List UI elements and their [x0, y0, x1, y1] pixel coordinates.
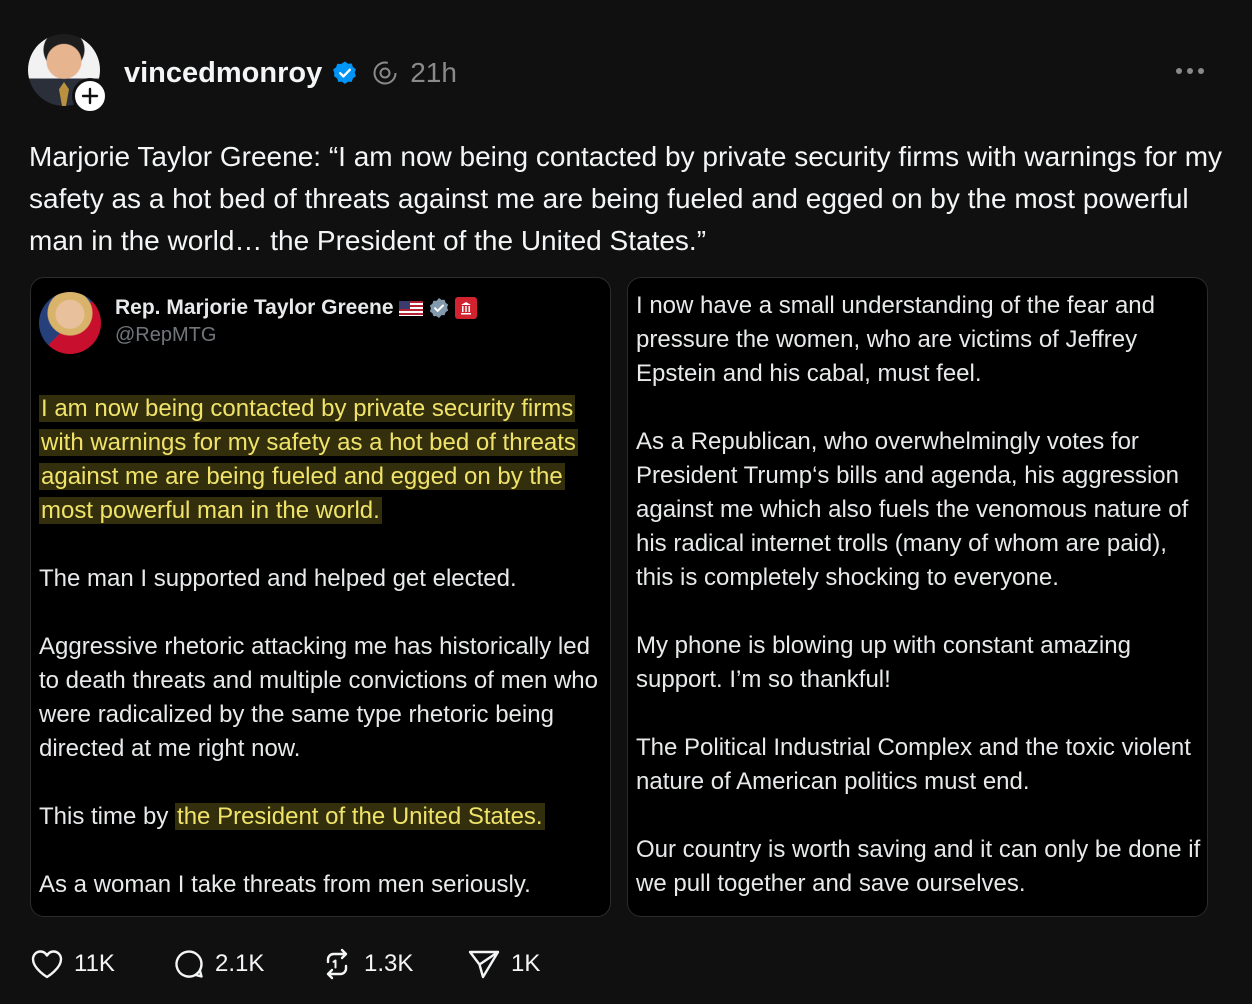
paragraph: I now have a small understanding of the …	[636, 292, 1155, 387]
highlighted-text: the President of the United States.	[175, 803, 545, 830]
embedded-tweet-header: Rep. Marjorie Taylor Greene @RepMTG	[39, 292, 477, 354]
threads-icon	[372, 60, 398, 86]
more-dots-icon	[1176, 68, 1204, 74]
embedded-author-handle: @RepMTG	[115, 324, 217, 346]
highlighted-text: I am now being contacted by private secu…	[39, 395, 578, 524]
verified-badge-icon	[332, 60, 358, 86]
repost-count: 1.3K	[364, 950, 414, 977]
repost-icon	[326, 948, 348, 980]
comment-icon	[175, 950, 203, 978]
send-icon	[468, 950, 500, 979]
heart-icon	[31, 950, 63, 979]
embedded-author-avatar	[39, 292, 101, 354]
author-avatar-container[interactable]	[28, 34, 108, 114]
post-timestamp: 21h	[410, 57, 457, 88]
follow-plus-icon[interactable]	[72, 78, 108, 114]
like-button[interactable]: 11K	[30, 948, 173, 980]
more-options-button[interactable]	[1172, 56, 1208, 86]
paragraph: As a woman I take threats from men serio…	[39, 871, 531, 898]
paragraph-prefix: This time by	[39, 803, 176, 830]
paragraph: The man I supported and helped get elect…	[39, 565, 517, 592]
embedded-tweet-text-left: I am now being contacted by private secu…	[39, 392, 604, 916]
reply-count: 2.1K	[215, 950, 265, 977]
post-header: vincedmonroy 21h	[124, 53, 457, 93]
post-body-text: Marjorie Taylor Greene: “I am now being …	[29, 141, 1223, 256]
us-flag-icon	[398, 300, 423, 316]
paragraph: Our country is worth saving and it can o…	[636, 836, 1201, 897]
paragraph: The Political Industrial Complex and the…	[636, 734, 1191, 795]
post-action-bar: 11K 2.1K 1.3K 1K	[30, 948, 540, 980]
share-button[interactable]: 1K	[467, 948, 540, 980]
gray-verified-icon	[429, 298, 448, 318]
embedded-image-right[interactable]: I now have a small understanding of the …	[627, 277, 1208, 917]
share-count: 1K	[511, 950, 541, 977]
paragraph: My phone is blowing up with constant ama…	[636, 632, 1131, 693]
embedded-author-name: Rep. Marjorie Taylor Greene	[115, 296, 394, 319]
government-badge-icon	[454, 297, 477, 319]
embedded-tweet-text-right: I now have a small understanding of the …	[636, 289, 1201, 916]
reply-button[interactable]: 2.1K	[173, 948, 320, 980]
paragraph: As a Republican, who overwhelmingly vote…	[636, 428, 1189, 591]
author-username[interactable]: vincedmonroy	[124, 57, 322, 90]
embedded-image-left[interactable]: Rep. Marjorie Taylor Greene @RepMTG I am…	[30, 277, 611, 917]
like-count: 11K	[74, 950, 115, 977]
paragraph: Aggressive rhetoric attacking me has his…	[39, 633, 598, 762]
repost-button[interactable]: 1.3K	[320, 948, 467, 980]
